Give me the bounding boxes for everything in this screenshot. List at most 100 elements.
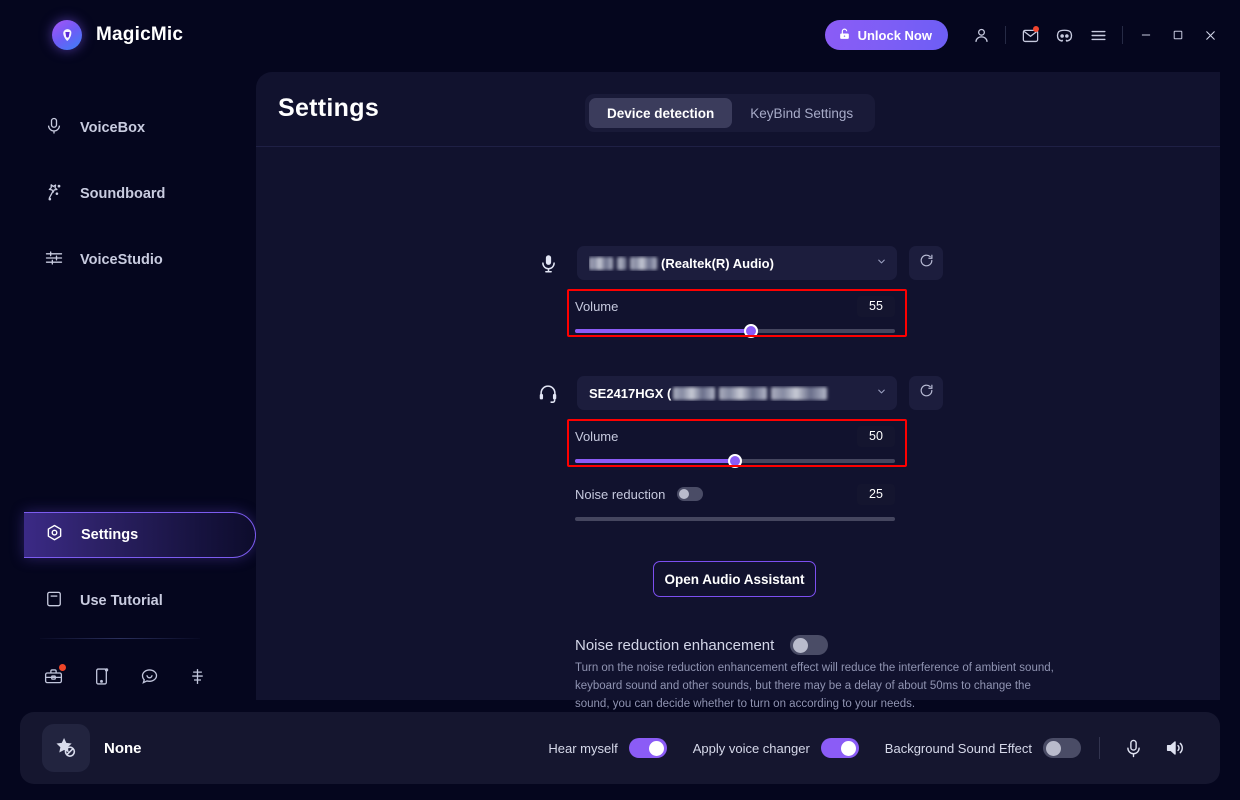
refresh-icon	[918, 252, 935, 274]
mail-notification-badge	[1033, 26, 1039, 32]
speaker-icon[interactable]	[1160, 733, 1190, 763]
hamburger-menu-icon[interactable]	[1081, 18, 1115, 52]
sidebar-item-label: Settings	[81, 527, 139, 543]
magic-wand-icon	[44, 182, 64, 206]
open-audio-assistant-button[interactable]: Open Audio Assistant	[653, 561, 816, 597]
microphone-volume-slider[interactable]	[575, 323, 895, 339]
main-panel: Settings Device detection KeyBind Settin…	[256, 72, 1220, 710]
noise-reduction-enhancement-description: Turn on the noise reduction enhancement …	[575, 662, 1054, 710]
noise-reduction-label: Noise reduction	[575, 486, 666, 502]
noise-reduction-row: Noise reduction 25	[575, 483, 895, 505]
microphone-device-select[interactable]: (Realtek(R) Audio)	[577, 246, 897, 280]
mobile-device-icon[interactable]	[88, 663, 114, 689]
gear-hex-icon	[44, 523, 65, 548]
headphone-device-select[interactable]: SE2417HGX (	[577, 376, 897, 410]
toggle-knob	[679, 489, 690, 499]
sidebar-footer-icons	[40, 656, 210, 696]
toggle-knob	[792, 637, 808, 653]
noise-reduction-toggle[interactable]	[677, 487, 704, 501]
microphone-volume-value: 55	[857, 295, 895, 317]
hear-myself-toggle[interactable]	[628, 738, 667, 758]
headphone-volume-label: Volume	[575, 428, 619, 444]
noise-reduction-slider[interactable]	[575, 511, 895, 527]
sidebar-item-label: VoiceBox	[80, 120, 146, 136]
discord-icon[interactable]	[1047, 18, 1081, 52]
masked-text	[673, 386, 716, 400]
sidebar-item-soundboard[interactable]: Soundboard	[24, 171, 256, 217]
unlock-now-label: Unlock Now	[857, 27, 932, 43]
sidebar: VoiceBox Soundboard VoiceStudio Settings…	[0, 70, 256, 700]
background-sound-effect-toggle[interactable]	[1043, 738, 1081, 758]
microphone-device-row: (Realtek(R) Audio)	[531, 246, 943, 280]
headphone-volume-value: 50	[857, 425, 895, 447]
feedback-icon[interactable]	[184, 663, 210, 689]
minimize-icon[interactable]	[1130, 19, 1162, 51]
bottom-divider	[1099, 737, 1100, 759]
noise-reduction-enhancement-label: Noise reduction enhancement	[575, 636, 775, 654]
sidebar-divider	[40, 638, 200, 639]
user-icon[interactable]	[964, 18, 998, 52]
microphone-icon	[44, 116, 64, 140]
slider-thumb[interactable]	[728, 454, 742, 468]
titlebar-divider-2	[1122, 26, 1123, 44]
sidebar-item-settings[interactable]: Settings	[24, 512, 256, 558]
noise-reduction-block: Noise reduction 25	[575, 483, 895, 527]
masked-text	[630, 256, 657, 270]
chat-bubble-icon[interactable]	[136, 663, 162, 689]
unlock-now-button[interactable]: Unlock Now	[824, 20, 948, 50]
toolbox-icon[interactable]	[40, 663, 66, 689]
magicmic-window: MagicMic Unlock Now VoiceBox Soundboard …	[0, 0, 1240, 800]
chevron-down-icon	[876, 386, 887, 400]
hear-myself-label: Hear myself	[548, 740, 618, 756]
title-bar: MagicMic Unlock Now	[0, 0, 1240, 70]
masked-text	[771, 386, 828, 400]
sliders-icon	[44, 248, 64, 272]
refresh-icon	[918, 382, 935, 404]
toggle-knob	[841, 740, 857, 756]
sidebar-item-voicestudio[interactable]: VoiceStudio	[24, 237, 256, 283]
headphone-refresh-button[interactable]	[909, 376, 943, 410]
maximize-icon[interactable]	[1162, 19, 1194, 51]
noise-reduction-enhancement-toggle[interactable]	[790, 635, 829, 655]
microphone-volume-block: Volume 55	[575, 295, 895, 339]
microphone-icon[interactable]	[1118, 733, 1148, 763]
slider-thumb[interactable]	[744, 324, 758, 338]
apply-voice-changer-toggle[interactable]	[820, 738, 859, 758]
tab-device-detection[interactable]: Device detection	[589, 98, 733, 128]
sidebar-item-label: VoiceStudio	[80, 252, 163, 268]
slider-track	[575, 517, 895, 521]
toggle-knob	[1045, 740, 1061, 756]
sidebar-item-label: Use Tutorial	[80, 593, 163, 609]
book-icon	[44, 589, 64, 613]
bottom-bar-controls: Hear myself Apply voice changer Backgrou…	[548, 733, 1220, 763]
microphone-icon	[531, 246, 565, 280]
background-sound-effect-label: Background Sound Effect	[884, 740, 1032, 756]
microphone-device-name-visible: (Realtek(R) Audio)	[661, 255, 774, 271]
headphone-device-row: SE2417HGX (	[531, 376, 943, 410]
hear-myself-control: Hear myself	[548, 738, 667, 758]
microphone-volume-row: Volume 55	[575, 295, 895, 317]
headphone-volume-slider[interactable]	[575, 453, 895, 469]
sidebar-item-use-tutorial[interactable]: Use Tutorial	[24, 578, 256, 624]
tab-keybind-settings[interactable]: KeyBind Settings	[732, 98, 871, 128]
apply-voice-changer-control: Apply voice changer	[693, 738, 859, 758]
close-icon[interactable]	[1194, 19, 1226, 51]
sidebar-item-voicebox[interactable]: VoiceBox	[24, 105, 256, 151]
app-brand: MagicMic	[52, 20, 183, 50]
masked-text	[617, 256, 626, 270]
star-none-icon	[42, 724, 90, 772]
chevron-down-icon	[876, 256, 887, 270]
headphone-volume-block: Volume 50	[575, 425, 895, 469]
mail-icon[interactable]	[1013, 18, 1047, 52]
headset-icon	[531, 376, 565, 410]
titlebar-actions: Unlock Now	[824, 18, 1240, 52]
masked-text	[589, 256, 613, 270]
background-sound-effect-control: Background Sound Effect	[885, 738, 1081, 758]
slider-fill	[575, 329, 751, 333]
current-voice-chip[interactable]: None	[42, 724, 142, 772]
toolbox-notification-badge	[59, 664, 66, 671]
app-name: MagicMic	[96, 24, 184, 45]
headphone-device-name: SE2417HGX (	[589, 386, 831, 401]
microphone-refresh-button[interactable]	[909, 246, 943, 280]
page-title: Settings	[278, 94, 380, 122]
